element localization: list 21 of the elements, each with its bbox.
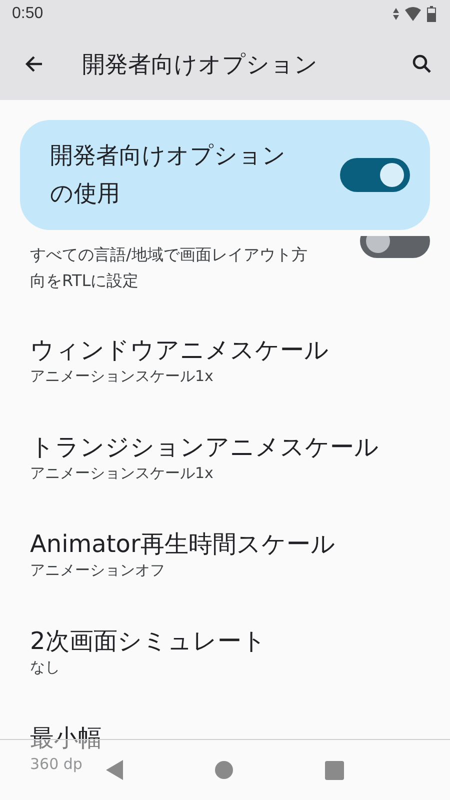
status-time: 0:50	[12, 5, 44, 23]
home-nav-button[interactable]	[215, 761, 234, 779]
toggle-switch[interactable]	[340, 158, 410, 192]
recents-nav-button[interactable]	[325, 760, 344, 780]
main-switch-card[interactable]: 開発者向けオプションの使用	[20, 120, 430, 230]
wifi-icon	[405, 7, 421, 21]
setting-title[interactable]: ウィンドウアニメスケール	[30, 334, 329, 366]
setting-summary: 360 dp	[30, 754, 82, 774]
setting-summary: なし	[30, 657, 60, 677]
setting-title[interactable]: Animator再生時間スケール	[30, 528, 336, 560]
data-arrows-icon	[393, 8, 399, 20]
main-switch-label: 開発者向けオプションの使用	[50, 142, 287, 209]
setting-summary: すべての言語/地域で画面レイアウト方向をRTLに設定	[30, 244, 308, 292]
back-nav-button[interactable]	[106, 760, 124, 780]
battery-icon	[427, 6, 436, 22]
setting-title[interactable]: 2次画面シミュレート	[30, 625, 266, 657]
setting-summary: アニメーションスケール1x	[30, 366, 214, 386]
setting-summary: アニメーションオフ	[30, 560, 165, 580]
toolbar-title: 開発者向けオプション	[82, 50, 319, 80]
setting-title[interactable]: トランジションアニメスケール	[30, 431, 379, 463]
setting-summary: アニメーションスケール1x	[30, 463, 214, 483]
